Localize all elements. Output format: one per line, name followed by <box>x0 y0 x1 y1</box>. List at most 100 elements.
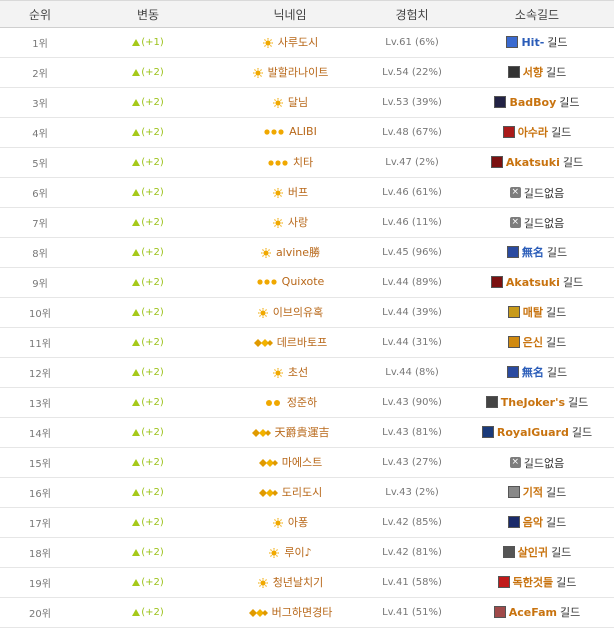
up-arrow-icon <box>132 309 141 316</box>
nickname-link[interactable]: 도리도시 <box>282 486 322 499</box>
guild-name-link[interactable]: RoyalGuard <box>497 426 569 439</box>
nickname-cell: 사루도시 <box>216 27 364 58</box>
guild-name-link[interactable]: 독한것들 <box>513 574 553 590</box>
nickname-link[interactable]: alvine勝 <box>276 246 320 259</box>
guild-name-link[interactable]: 無名 <box>522 364 544 380</box>
guild-name-link[interactable]: 無名 <box>522 244 544 260</box>
nickname-link[interactable]: Quixote <box>282 275 325 288</box>
guild-emblem-icon <box>506 36 519 48</box>
header-nickname: 닉네임 <box>216 0 364 28</box>
change-value: (+2) <box>141 217 164 228</box>
guild-emblem-icon <box>507 486 520 498</box>
nickname-cell: 정준하 <box>216 387 364 418</box>
nickname-link[interactable]: 루이♪ <box>284 546 311 559</box>
guild-emblem-icon <box>507 66 520 78</box>
guild-name-link[interactable]: 매탈 <box>523 304 543 320</box>
nickname-cell: 이브의유혹 <box>216 297 364 328</box>
nickname-link[interactable]: 아퐁 <box>288 516 308 529</box>
up-arrow-icon <box>132 549 141 556</box>
change-value: (+2) <box>141 397 164 408</box>
nickname-link[interactable]: 사랑 <box>288 216 308 229</box>
nickname-link[interactable]: 달님 <box>288 96 308 109</box>
guild-emblem-icon <box>481 426 494 438</box>
rank-cell: 13위 <box>0 387 80 418</box>
guild-column-cell: 음악 길드 <box>460 507 614 538</box>
sun-badge-icon <box>272 367 284 382</box>
guild-cell: Akatsuki 길드 <box>490 154 584 170</box>
guild-emblem-icon <box>506 366 519 378</box>
change-cell: (+2) <box>80 357 216 388</box>
table-row: 17위 (+2) 아퐁 Lv.42 (85%) 음악 길드 <box>0 507 614 538</box>
diamond-badge-icon <box>253 337 273 352</box>
up-arrow-icon <box>132 189 141 196</box>
guild-name-link[interactable]: Hit- <box>521 36 544 49</box>
nickname-link[interactable]: 버그하면경타 <box>272 606 333 619</box>
nickname-link[interactable]: ALIBI <box>289 125 317 138</box>
guild-cell: 無名 길드 <box>506 364 567 380</box>
rank-cell: 3위 <box>0 87 80 118</box>
exp-cell: Lv.61 (6%) <box>364 27 460 58</box>
guild-suffix: 길드 <box>546 486 567 499</box>
nickname-cell: 버그하면경타 <box>216 597 364 628</box>
nickname-cell: 루이♪ <box>216 537 364 568</box>
guild-name-link[interactable]: TheJoker's <box>501 396 565 409</box>
exp-cell: Lv.42 (85%) <box>364 507 460 538</box>
nickname-link[interactable]: 초선 <box>288 366 308 379</box>
guild-column-cell: Akatsuki 길드 <box>460 147 614 178</box>
triple-sun-badge-icon <box>267 157 289 172</box>
nickname-link[interactable]: 사루도시 <box>278 36 318 49</box>
exp-cell: Lv.43 (81%) <box>364 417 460 448</box>
nickname-link[interactable]: 마에스트 <box>282 456 322 469</box>
guild-name-link[interactable]: 은신 <box>523 334 543 350</box>
sun-badge-icon <box>257 307 269 322</box>
guild-name-link[interactable]: 아수라 <box>518 124 548 140</box>
nickname-link[interactable]: 버프 <box>288 186 308 199</box>
guild-column-cell: RoyalGuard 길드 <box>460 417 614 448</box>
guild-column-cell: 無名 길드 <box>460 237 614 268</box>
guild-cell: × 길드없음 <box>509 185 564 201</box>
guild-cell: AceFam 길드 <box>493 604 580 620</box>
exp-cell: Lv.41 (51%) <box>364 597 460 628</box>
guild-cell: TheJoker's 길드 <box>485 394 588 410</box>
guild-suffix: 길드 <box>562 156 584 169</box>
change-value: (+2) <box>141 427 164 438</box>
nickname-link[interactable]: 발할라나이트 <box>268 66 329 79</box>
guild-name-link[interactable]: Akatsuki <box>506 276 560 289</box>
guild-name-link[interactable]: 기적 <box>523 484 543 500</box>
guild-name-link[interactable]: BadBoy <box>509 96 556 109</box>
nickname-link[interactable]: 청년날치기 <box>273 576 324 589</box>
guild-name-link[interactable]: Akatsuki <box>506 156 560 169</box>
guild-name-link[interactable]: AceFam <box>509 606 557 619</box>
nickname-cell: 버프 <box>216 177 364 208</box>
guild-name-link[interactable]: 살인귀 <box>518 544 548 560</box>
exp-cell: Lv.44 (31%) <box>364 327 460 358</box>
sun-badge-icon <box>252 67 264 82</box>
guild-name-link[interactable]: 음악 <box>523 514 543 530</box>
diamond-badge-icon <box>258 457 278 472</box>
nickname-cell: 데르바토프 <box>216 327 364 358</box>
diamond-badge-icon <box>258 487 278 502</box>
nickname-link[interactable]: 이브의유혹 <box>273 306 324 319</box>
no-guild-icon: × <box>509 457 521 468</box>
change-value: (+2) <box>141 157 164 168</box>
change-cell: (+2) <box>80 117 216 148</box>
up-arrow-icon <box>132 249 141 256</box>
change-cell: (+2) <box>80 297 216 328</box>
guild-suffix: 길드 <box>559 96 580 109</box>
nickname-link[interactable]: 天爵貴運吉 <box>275 426 330 439</box>
guild-column-cell: BadBoy 길드 <box>460 87 614 118</box>
guild-column-cell: 無名 길드 <box>460 357 614 388</box>
guild-emblem-icon <box>490 276 503 288</box>
guild-suffix: 길드 <box>562 276 584 289</box>
guild-cell: BadBoy 길드 <box>494 94 580 110</box>
guild-name-link[interactable]: 서향 <box>523 64 543 80</box>
nickname-cell: 청년날치기 <box>216 567 364 598</box>
nickname-link[interactable]: 정준하 <box>287 396 317 409</box>
nickname-link[interactable]: 데르바토프 <box>277 336 328 349</box>
change-cell: (+2) <box>80 237 216 268</box>
guild-emblem-icon <box>485 396 498 408</box>
change-value: (+2) <box>141 517 164 528</box>
guild-suffix: 길드 <box>547 36 568 49</box>
nickname-link[interactable]: 치타 <box>293 156 313 169</box>
guild-emblem-icon <box>497 576 510 588</box>
